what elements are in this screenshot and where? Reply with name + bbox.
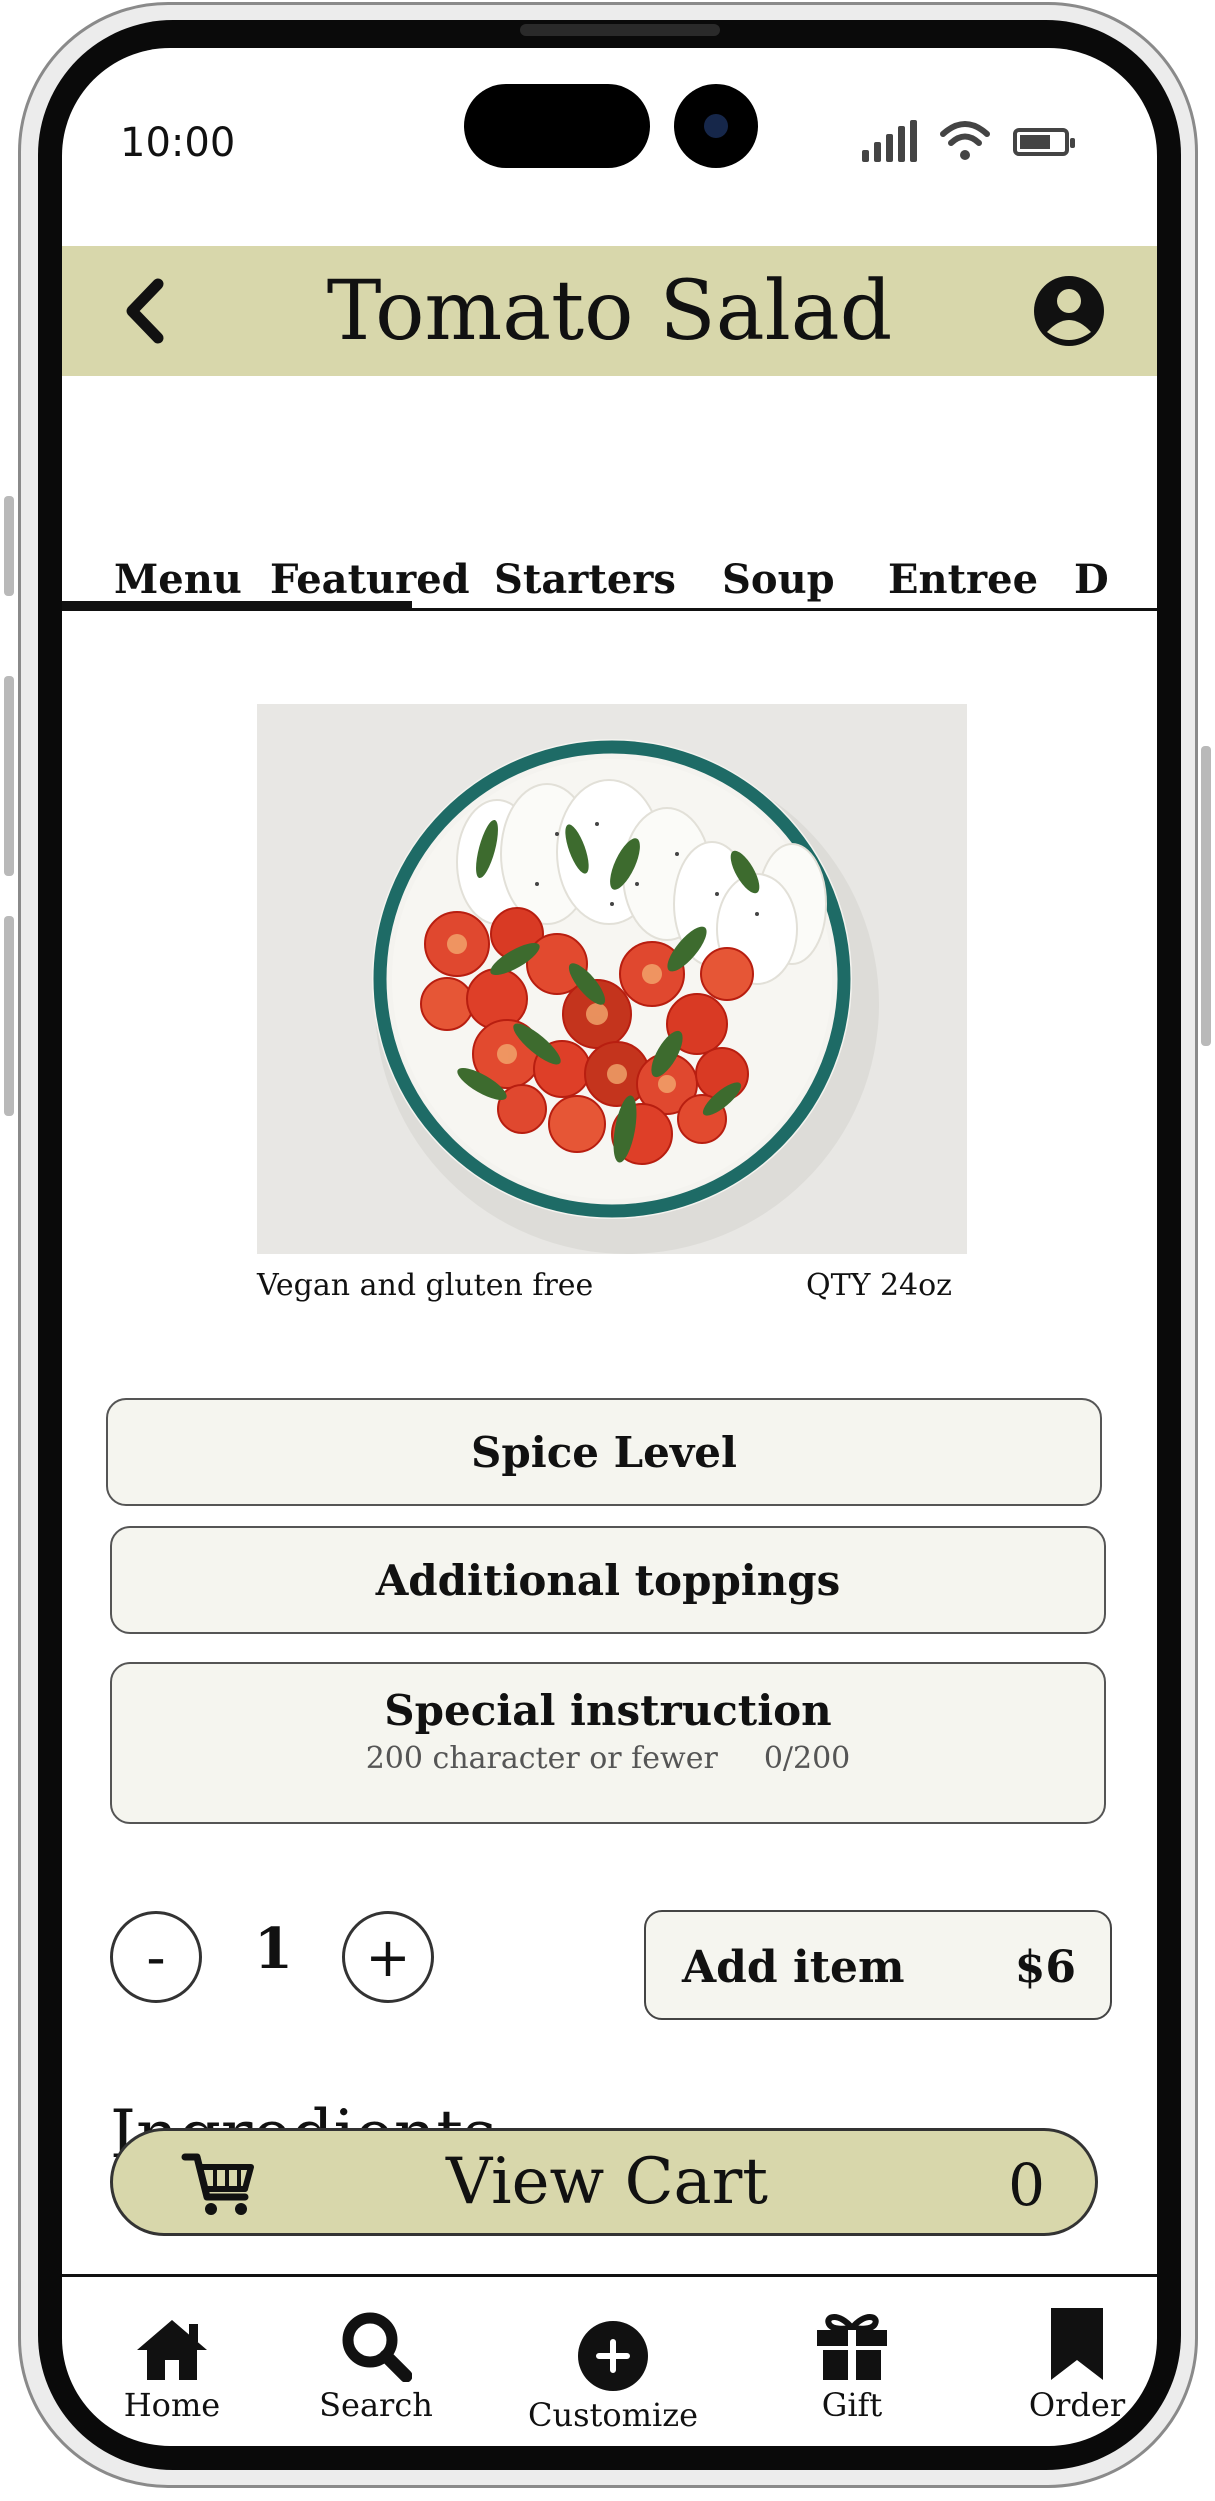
view-cart-label: View Cart xyxy=(446,2145,768,2219)
add-item-label: Add item xyxy=(682,1942,905,1993)
additional-toppings-button[interactable]: Additional toppings xyxy=(110,1526,1106,1634)
app-screen: 10:00 Tomato Salad Menu Featured Starter… xyxy=(62,48,1157,2446)
front-camera xyxy=(674,84,758,168)
character-limit-hint: 200 character or fewer xyxy=(365,1741,718,1776)
diet-note: Vegan and gluten free xyxy=(257,1268,594,1303)
wifi-icon xyxy=(940,121,990,160)
tab-starters[interactable]: Starters xyxy=(494,556,676,603)
nav-gift[interactable]: Gift xyxy=(792,2298,912,2424)
character-counter: 0/200 xyxy=(763,1741,851,1776)
additional-toppings-label: Additional toppings xyxy=(375,1556,841,1605)
cellular-signal-icon xyxy=(862,120,917,162)
tab-featured[interactable]: Featured xyxy=(270,556,470,603)
nav-customize-label: Customize xyxy=(528,2396,699,2434)
nav-customize[interactable]: Customize xyxy=(528,2298,698,2434)
tab-entree[interactable]: Entree xyxy=(888,556,1038,603)
nav-order-label: Order xyxy=(1028,2386,1126,2424)
page-title: Tomato Salad xyxy=(326,264,893,359)
nav-search-label: Search xyxy=(319,2386,433,2424)
nav-home-label: Home xyxy=(123,2386,221,2424)
spice-level-button[interactable]: Spice Level xyxy=(106,1398,1102,1506)
cart-count: 0 xyxy=(1008,2151,1045,2219)
profile-icon[interactable] xyxy=(1032,274,1106,348)
volume-up-button xyxy=(4,676,14,876)
home-icon xyxy=(137,2320,207,2380)
tabs-divider xyxy=(62,608,1157,611)
tab-menu[interactable]: Menu xyxy=(114,556,242,603)
tab-d-truncated[interactable]: D xyxy=(1074,556,1109,603)
add-item-button[interactable]: Add item $6 xyxy=(644,1910,1112,2020)
search-icon xyxy=(342,2312,412,2382)
speaker-grille xyxy=(520,24,720,36)
nav-home[interactable]: Home xyxy=(112,2298,232,2424)
decrease-quantity-button[interactable]: - xyxy=(110,1911,202,2003)
nav-divider xyxy=(62,2274,1157,2277)
special-instruction-hint: 200 character or fewer 0/200 xyxy=(112,1741,1104,1776)
tab-soup[interactable]: Soup xyxy=(722,556,835,603)
spice-level-label: Spice Level xyxy=(471,1428,737,1477)
battery-icon xyxy=(1013,128,1075,156)
view-cart-button[interactable]: View Cart 0 xyxy=(110,2128,1098,2236)
bookmark-icon xyxy=(1051,2308,1103,2380)
salad-photo xyxy=(257,704,967,1254)
quantity-note: QTY 24oz xyxy=(806,1268,952,1303)
nav-order[interactable]: Order xyxy=(1012,2298,1142,2424)
header-bar: Tomato Salad xyxy=(62,246,1157,376)
volume-down-button xyxy=(4,916,14,1116)
mute-switch xyxy=(4,496,14,596)
nav-gift-label: Gift xyxy=(821,2386,883,2424)
quantity-value: 1 xyxy=(254,1916,293,1982)
special-instruction-label: Special instruction xyxy=(384,1686,832,1735)
power-button xyxy=(1201,746,1211,1046)
status-time: 10:00 xyxy=(120,120,236,166)
plus-circle-icon xyxy=(578,2321,648,2391)
increase-quantity-button[interactable]: + xyxy=(342,1911,434,2003)
nav-search[interactable]: Search xyxy=(316,2298,436,2424)
item-price: $6 xyxy=(1014,1942,1076,1993)
gift-icon xyxy=(817,2314,887,2380)
special-instruction-field[interactable]: Special instruction 200 character or few… xyxy=(110,1662,1106,1824)
status-icons xyxy=(862,118,1075,162)
dynamic-island xyxy=(464,84,650,168)
